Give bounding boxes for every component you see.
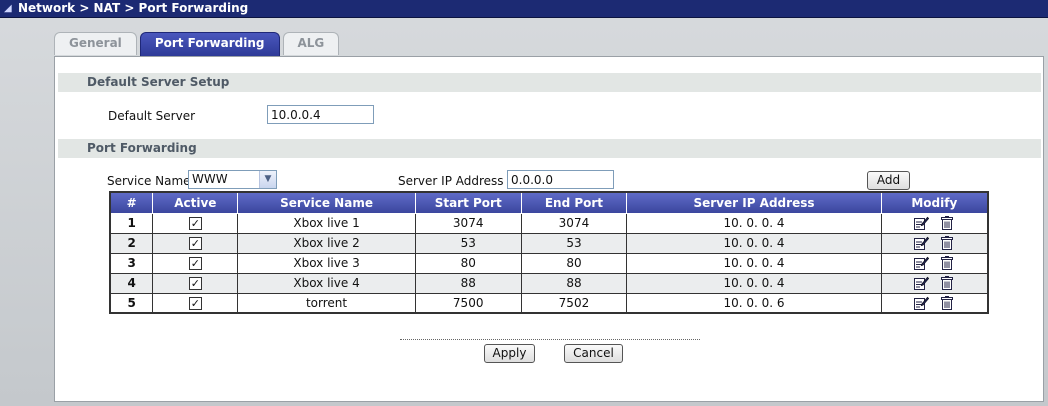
server-ip-cell: 10. 0. 0. 4 [626,232,882,254]
end-port-cell: 53 [520,232,628,254]
active-cell: ✓ [152,292,239,314]
chevron-down-icon[interactable]: ▼ [259,171,276,188]
row-number: 2 [109,232,154,254]
check-icon: ✓ [190,277,200,290]
check-icon: ✓ [190,257,200,270]
table-header-row: # Active Service Name Start Port End Por… [109,191,989,214]
trash-icon[interactable] [939,275,955,291]
active-cell: ✓ [152,272,239,294]
main-panel: Default Server Setup Default Server Port… [54,56,1044,402]
default-server-input[interactable] [267,105,374,124]
modify-cell [880,232,989,254]
end-port-cell: 80 [520,252,628,274]
modify-cell [880,272,989,294]
active-checkbox[interactable]: ✓ [188,237,202,250]
trash-icon[interactable] [939,215,955,231]
section-default-server-setup: Default Server Setup [58,73,1041,92]
col-header-end-port: End Port [520,191,628,214]
server-ip-cell: 10. 0. 0. 4 [626,212,882,234]
col-header-start-port: Start Port [414,191,522,214]
edit-icon[interactable] [913,255,930,271]
modify-cell [880,212,989,234]
breadcrumb-bar: ◢ Network > NAT > Port Forwarding [0,0,1048,18]
start-port-cell: 80 [414,252,522,274]
start-port-cell: 88 [414,272,522,294]
active-checkbox[interactable]: ✓ [188,296,202,310]
active-checkbox[interactable]: ✓ [188,277,202,290]
cancel-button[interactable]: Cancel [564,344,623,363]
default-server-label: Default Server [108,109,196,123]
nav-arrow-icon: ◢ [4,3,12,14]
start-port-cell: 53 [414,232,522,254]
server-ip-cell: 10. 0. 0. 6 [626,292,882,314]
modify-cell [880,252,989,274]
table-row: 2 ✓ Xbox live 2 53 53 10. 0. 0. 4 [109,232,989,254]
check-icon: ✓ [190,296,200,310]
row-number: 5 [109,292,154,314]
col-header-server-ip: Server IP Address [626,191,882,214]
col-header-number: # [109,191,154,214]
tab-general[interactable]: General [54,32,137,55]
port-forwarding-table: # Active Service Name Start Port End Por… [109,191,989,314]
server-ip-input[interactable] [507,170,614,189]
service-name-cell: Xbox live 1 [237,212,416,234]
active-cell: ✓ [152,252,239,274]
edit-icon[interactable] [913,275,930,291]
edit-icon[interactable] [913,235,930,251]
modify-cell [880,292,989,314]
edit-icon[interactable] [913,295,930,311]
divider [400,339,700,340]
table-row: 3 ✓ Xbox live 3 80 80 10. 0. 0. 4 [109,252,989,274]
service-name-cell: Xbox live 3 [237,252,416,274]
active-cell: ✓ [152,212,239,234]
row-number: 1 [109,212,154,234]
end-port-cell: 88 [520,272,628,294]
col-header-modify: Modify [880,191,989,214]
check-icon: ✓ [190,237,200,250]
server-ip-cell: 10. 0. 0. 4 [626,252,882,274]
tab-alg[interactable]: ALG [282,32,340,55]
service-name-select[interactable]: WWW ▼ [188,170,277,189]
trash-icon[interactable] [939,235,955,251]
start-port-cell: 7500 [414,292,522,314]
check-icon: ✓ [190,217,200,230]
active-checkbox[interactable]: ✓ [188,257,202,270]
apply-button[interactable]: Apply [484,344,535,363]
edit-icon[interactable] [913,215,930,231]
add-button[interactable]: Add [867,171,910,190]
breadcrumb: Network > NAT > Port Forwarding [18,1,249,15]
active-cell: ✓ [152,232,239,254]
tab-port-forwarding[interactable]: Port Forwarding [139,32,280,56]
section-port-forwarding: Port Forwarding [58,139,1041,158]
server-ip-cell: 10. 0. 0. 4 [626,272,882,294]
end-port-cell: 7502 [520,292,628,314]
tab-bar: General Port Forwarding ALG [54,32,342,56]
trash-icon[interactable] [939,255,955,271]
table-row: 1 ✓ Xbox live 1 3074 3074 10. 0. 0. 4 [109,212,989,234]
active-checkbox[interactable]: ✓ [188,217,202,230]
table-row: 4 ✓ Xbox live 4 88 88 10. 0. 0. 4 [109,272,989,294]
row-number: 4 [109,272,154,294]
server-ip-label: Server IP Address [398,174,504,188]
row-number: 3 [109,252,154,274]
service-name-label: Service Name [107,174,191,188]
end-port-cell: 3074 [520,212,628,234]
col-header-service-name: Service Name [237,191,416,214]
table-row: 5 ✓ torrent 7500 7502 10. 0. 0. 6 [109,292,989,314]
service-name-cell: Xbox live 4 [237,272,416,294]
service-name-selected: WWW [192,172,228,186]
trash-icon[interactable] [939,295,955,311]
service-name-cell: Xbox live 2 [237,232,416,254]
service-name-cell: torrent [237,292,416,314]
col-header-active: Active [152,191,239,214]
start-port-cell: 3074 [414,212,522,234]
